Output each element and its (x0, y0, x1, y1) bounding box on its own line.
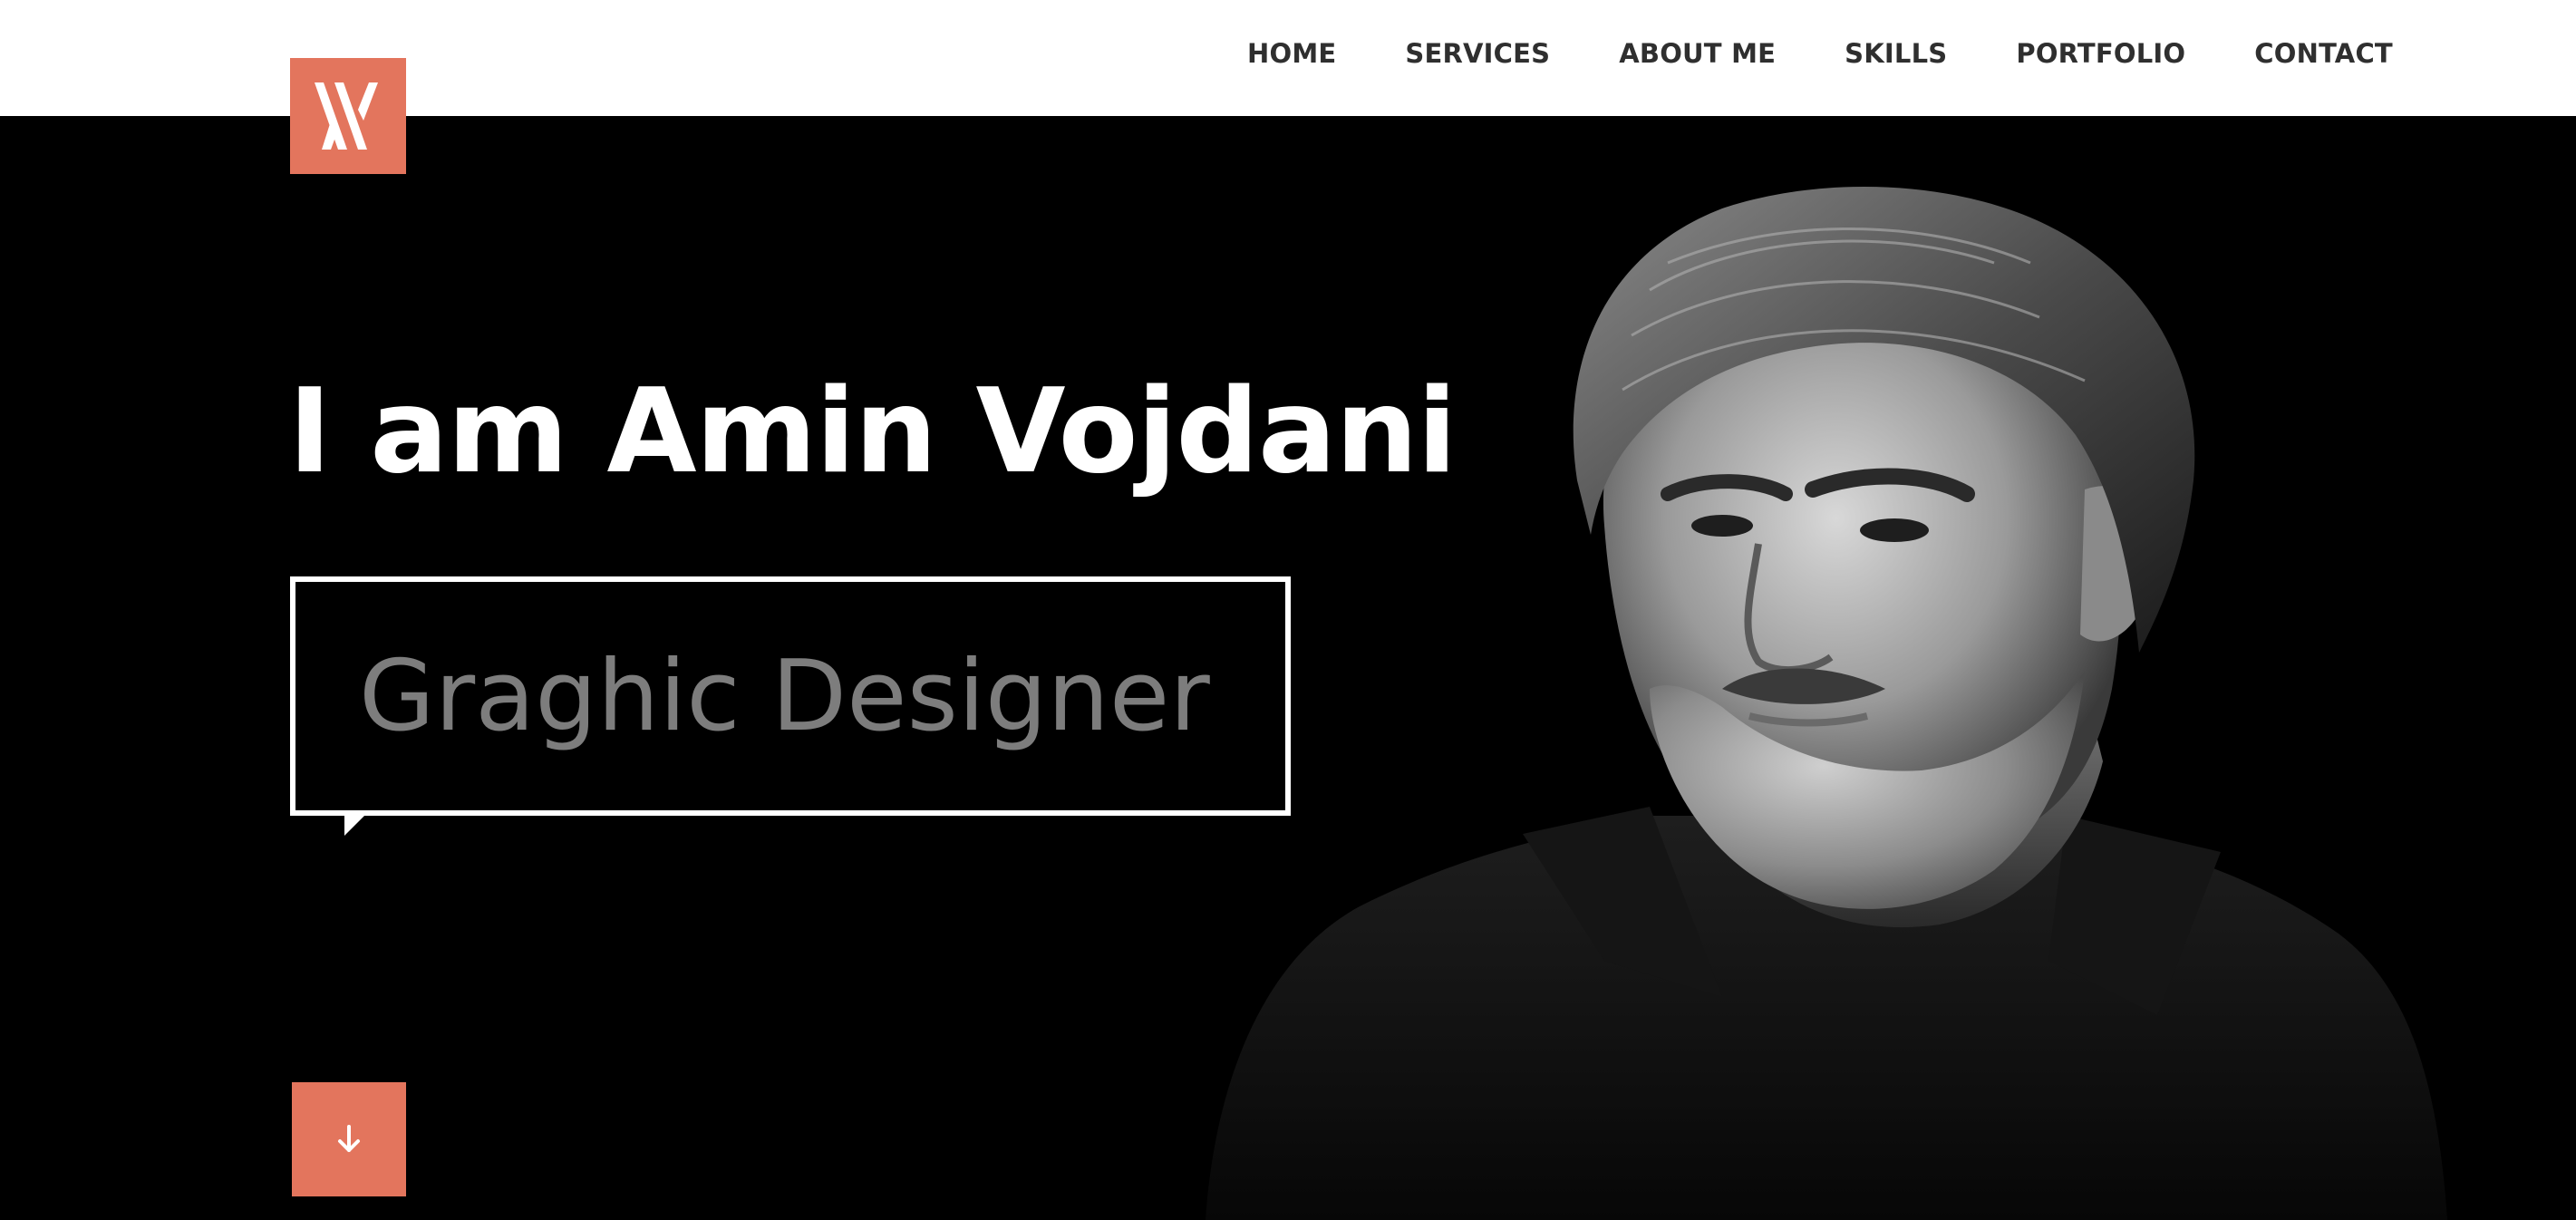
nav-item-contact[interactable]: CONTACT (2254, 34, 2393, 73)
arrow-down-icon (338, 1125, 360, 1152)
nav-item-skills[interactable]: SKILLS (1845, 34, 1947, 73)
speech-tail (344, 814, 366, 836)
scroll-down-button[interactable] (292, 1082, 406, 1196)
role-speech-box: Graghic Designer (290, 576, 1291, 816)
nav-item-about-me[interactable]: ABOUT ME (1619, 34, 1776, 73)
hero-title: I am Amin Vojdani (288, 364, 1457, 499)
monogram-logo-icon (315, 82, 378, 150)
nav-item-home[interactable]: HOME (1247, 34, 1336, 73)
role-text: Graghic Designer (359, 639, 1210, 753)
site-logo[interactable] (290, 58, 406, 174)
main-nav: HOME SERVICES ABOUT ME SKILLS PORTFOLIO … (1247, 34, 2393, 73)
portrait-photo (1206, 187, 2447, 1220)
nav-item-services[interactable]: SERVICES (1405, 34, 1550, 73)
page: HOME SERVICES ABOUT ME SKILLS PORTFOLIO … (0, 0, 2576, 1220)
nav-item-portfolio[interactable]: PORTFOLIO (2016, 34, 2185, 73)
